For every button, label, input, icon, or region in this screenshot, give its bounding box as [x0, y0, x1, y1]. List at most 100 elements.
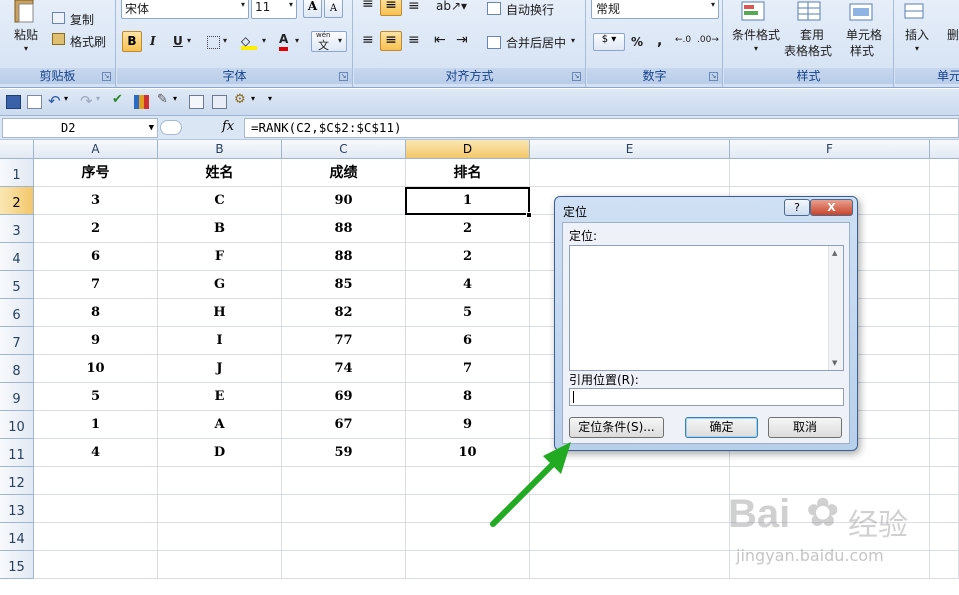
row-header-3[interactable]: 3: [0, 215, 34, 243]
decrease-indent-icon[interactable]: ⇤: [434, 32, 446, 48]
cell[interactable]: [930, 243, 959, 271]
column-header-f[interactable]: F: [730, 140, 930, 159]
currency-button[interactable]: $ ▾: [593, 33, 625, 51]
scroll-down-icon[interactable]: ▼: [832, 359, 837, 367]
scroll-up-icon[interactable]: ▲: [832, 249, 837, 257]
font-name-dropdown-icon[interactable]: ▾: [241, 0, 245, 9]
cell[interactable]: [34, 523, 158, 551]
row-header-13[interactable]: 13: [0, 495, 34, 523]
insert-function-button[interactable]: fx: [222, 119, 234, 134]
copy-button[interactable]: 复制: [70, 11, 94, 28]
merge-dropdown-icon[interactable]: ▾: [571, 36, 575, 45]
cell[interactable]: [930, 495, 959, 523]
data-cell[interactable]: 8: [34, 299, 158, 327]
column-header-c[interactable]: C: [282, 140, 406, 159]
redo-dropdown-icon[interactable]: ▾: [96, 94, 111, 108]
cell[interactable]: [930, 215, 959, 243]
reference-input[interactable]: [569, 388, 844, 406]
cell[interactable]: [930, 523, 959, 551]
data-cell[interactable]: 7: [34, 271, 158, 299]
cell[interactable]: [730, 159, 930, 187]
conditional-format-button[interactable]: 条件格式: [732, 26, 780, 43]
header-cell[interactable]: 序号: [34, 159, 158, 187]
row-header-4[interactable]: 4: [0, 243, 34, 271]
draw-icon[interactable]: ✎: [157, 92, 172, 107]
cell[interactable]: [158, 467, 282, 495]
check-icon[interactable]: ✔: [112, 92, 127, 107]
expand-handle-icon[interactable]: [160, 120, 182, 135]
orientation-icon[interactable]: ab↗▾: [436, 0, 467, 13]
cell-style-line2[interactable]: 样式: [850, 42, 874, 59]
data-cell[interactable]: 82: [282, 299, 406, 327]
data-cell[interactable]: E: [158, 383, 282, 411]
column-header-g[interactable]: [930, 140, 959, 159]
cell[interactable]: [282, 467, 406, 495]
cell[interactable]: [530, 159, 730, 187]
data-cell[interactable]: 8: [406, 383, 530, 411]
header-cell[interactable]: 姓名: [158, 159, 282, 187]
cell[interactable]: [930, 299, 959, 327]
data-cell[interactable]: I: [158, 327, 282, 355]
data-cell[interactable]: 85: [282, 271, 406, 299]
data-cell[interactable]: 5: [406, 299, 530, 327]
bold-button[interactable]: B: [122, 31, 142, 52]
row-header-9[interactable]: 9: [0, 383, 34, 411]
align-right-icon[interactable]: ≡: [408, 32, 420, 48]
cell[interactable]: [930, 551, 959, 579]
data-cell[interactable]: A: [158, 411, 282, 439]
row-header-10[interactable]: 10: [0, 411, 34, 439]
data-cell[interactable]: 6: [34, 243, 158, 271]
column-header-d[interactable]: D: [406, 140, 530, 159]
font-launcher-icon[interactable]: ↘: [339, 72, 348, 81]
decrease-decimal-icon[interactable]: .00→: [697, 35, 719, 45]
paste-button[interactable]: 粘贴: [14, 26, 38, 43]
insert-icon[interactable]: [903, 0, 933, 28]
data-cell[interactable]: 88: [282, 215, 406, 243]
merge-center-button[interactable]: 合并后居中: [506, 34, 566, 51]
phonetic-button[interactable]: wén 文 ▾: [311, 31, 347, 52]
insert-button[interactable]: 插入: [905, 26, 929, 43]
cell[interactable]: [34, 495, 158, 523]
font-color-button[interactable]: A: [279, 31, 289, 51]
fill-color-icon[interactable]: ◇: [241, 34, 257, 50]
data-cell[interactable]: F: [158, 243, 282, 271]
data-cell[interactable]: 10: [34, 355, 158, 383]
conditional-dropdown-icon[interactable]: ▾: [754, 44, 758, 53]
shrink-font-button[interactable]: A: [324, 0, 343, 18]
row-header-7[interactable]: 7: [0, 327, 34, 355]
column-header-b[interactable]: B: [158, 140, 282, 159]
data-cell[interactable]: 4: [406, 271, 530, 299]
delete-button[interactable]: 删: [947, 26, 959, 43]
align-center-icon[interactable]: ≡: [380, 31, 402, 51]
name-box-dropdown-icon[interactable]: ▼: [149, 119, 154, 137]
cell[interactable]: [930, 467, 959, 495]
redo-icon[interactable]: ↷: [80, 92, 95, 110]
row-header-6[interactable]: 6: [0, 299, 34, 327]
data-cell[interactable]: 74: [282, 355, 406, 383]
data-cell[interactable]: 77: [282, 327, 406, 355]
cell[interactable]: [930, 159, 959, 187]
new-icon[interactable]: [27, 95, 42, 109]
format-painter-button[interactable]: 格式刷: [70, 33, 106, 50]
help-button[interactable]: ?: [784, 199, 810, 216]
undo-icon[interactable]: ↶: [48, 92, 63, 110]
number-launcher-icon[interactable]: ↘: [709, 72, 718, 81]
row-header-2[interactable]: 2: [0, 187, 34, 215]
align-bottom-icon[interactable]: ≡: [408, 0, 420, 14]
cell[interactable]: [282, 495, 406, 523]
find-dropdown-icon[interactable]: ▾: [251, 94, 266, 108]
cell[interactable]: [282, 523, 406, 551]
clipboard-launcher-icon[interactable]: ↘: [102, 72, 111, 81]
fill-handle[interactable]: [526, 212, 532, 218]
cell[interactable]: [930, 411, 959, 439]
data-cell[interactable]: H: [158, 299, 282, 327]
fill-dropdown-icon[interactable]: ▾: [262, 36, 266, 45]
listbox-scrollbar[interactable]: ▲ ▼: [828, 246, 843, 370]
cell[interactable]: [406, 551, 530, 579]
select-all-corner[interactable]: [0, 140, 34, 159]
font-size-dropdown-icon[interactable]: ▾: [289, 0, 293, 9]
data-cell[interactable]: 3: [34, 187, 158, 215]
percent-button[interactable]: %: [631, 35, 643, 49]
undo-dropdown-icon[interactable]: ▾: [64, 94, 79, 108]
paste-icon[interactable]: [10, 0, 40, 28]
